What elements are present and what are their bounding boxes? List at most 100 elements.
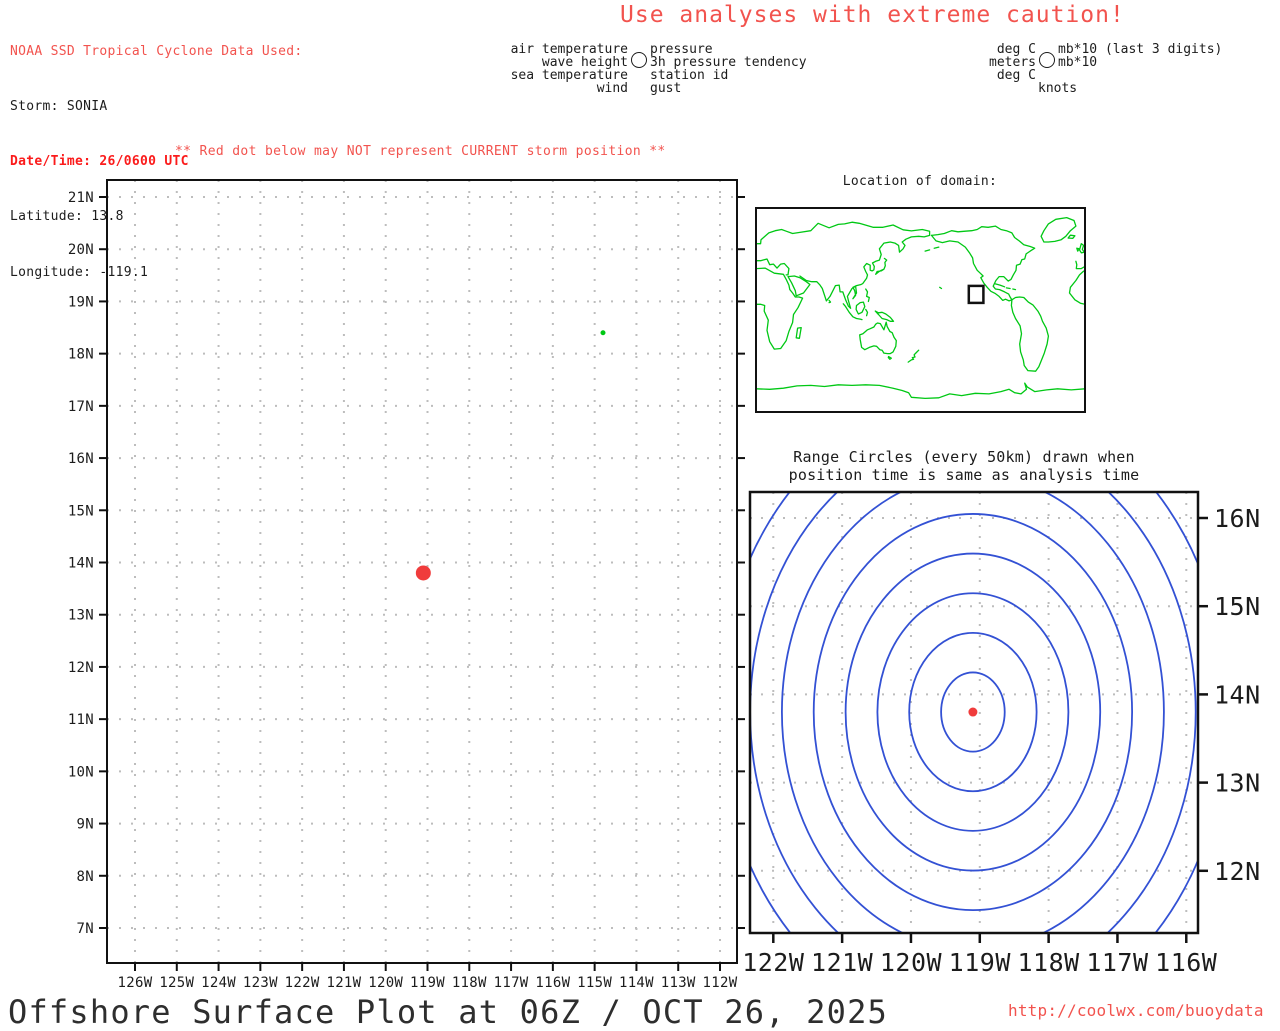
coastline (925, 250, 930, 251)
x-tick-label: 117W (1086, 948, 1149, 977)
station-model-legend: air temperaturepressurewave height3h pre… (418, 43, 880, 95)
legend-right-label: gust (650, 82, 880, 95)
y-tick-label: 10N (68, 764, 94, 780)
y-tick-label: 21N (68, 190, 94, 206)
x-tick-label: 115W (577, 975, 612, 991)
range-circles-title: Range Circles (every 50km) drawn when po… (730, 448, 1198, 484)
storm-position-warning: ** Red dot below may NOT represent CURRE… (175, 144, 666, 159)
y-tick-label: 15N (68, 503, 94, 519)
x-tick-label: 119W (410, 975, 445, 991)
coastline (888, 357, 891, 360)
coastline (860, 322, 897, 353)
coastline (856, 302, 865, 314)
y-tick-label: 18N (68, 347, 94, 363)
legend-left-label: deg C (956, 69, 1036, 82)
range-circles-plot: 122W121W120W119W118W117W116W 16N 15N 14N 13N… (730, 482, 1280, 992)
island-mark (601, 330, 606, 335)
coastline (829, 300, 830, 302)
y-tick-label: 8N (77, 869, 94, 885)
y-tick-label: 15N (1214, 592, 1261, 621)
storm-center-dot (968, 708, 977, 717)
coastline (1070, 270, 1086, 304)
y-tick-label: 16N (68, 451, 94, 467)
coastline (1068, 235, 1075, 238)
y-tick-label: 17N (68, 399, 94, 415)
legend-left-label (956, 82, 1036, 95)
station-circle-icon (631, 52, 647, 68)
coastlines-group (756, 218, 1085, 399)
coastline (1011, 297, 1048, 371)
coastline (1006, 288, 1010, 289)
offshore-surface-plot-page: { "colors": { "salmon_red": "#f2534e", "… (0, 0, 1280, 1024)
source-url-link[interactable]: http://coolwx.com/buoydata (1008, 1001, 1264, 1020)
data-source-line: NOAA SSD Tropical Cyclone Data Used: (10, 43, 303, 61)
y-tick-label: 7N (77, 921, 94, 937)
x-tick-label: 120W (880, 948, 943, 977)
coastline (756, 268, 803, 349)
coastline (934, 247, 939, 248)
legend-right-label (1058, 69, 1280, 82)
legend-left-label: wind (418, 82, 628, 95)
x-tick-label: 124W (201, 975, 236, 991)
y-tick-label: 11N (68, 712, 94, 728)
units-legend: deg Cmb*10 (last 3 digits)metersmb*10deg… (956, 43, 1280, 95)
y-tick-label: 13N (1214, 769, 1261, 798)
x-tick-label: 121W (326, 975, 361, 991)
legend-right-label: knots (1038, 82, 1280, 95)
domain-map-title: Location of domain: (750, 174, 1090, 189)
legend-gap (628, 69, 650, 82)
coastline (796, 328, 801, 339)
y-tick-label: 14N (68, 555, 94, 571)
coastline (940, 287, 942, 288)
coastline (756, 222, 930, 308)
x-tick-label: 118W (1018, 948, 1081, 977)
coastline (1080, 244, 1085, 253)
units-circle-icon (1039, 52, 1055, 68)
y-tick-label: 12N (68, 660, 94, 676)
x-tick-label: 114W (619, 975, 654, 991)
coastline (866, 289, 870, 302)
domain-box (969, 286, 984, 303)
x-tick-label: 125W (159, 975, 194, 991)
y-tick-label: 13N (68, 608, 94, 624)
x-tick-label: 121W (811, 948, 874, 977)
y-tick-label: 16N (1214, 504, 1261, 533)
x-tick-label: 122W (742, 948, 805, 977)
plot-main-title: Offshore Surface Plot at 06Z / OCT 26, 2… (8, 993, 888, 1031)
main-surface-plot: 126W 125W 124W 123W 122W 121W 120W 119W 118W 117W… (40, 170, 760, 1000)
coastline (756, 383, 1085, 398)
x-tick-label: 116W (535, 975, 570, 991)
legend-right-label: mb*10 (1058, 56, 1280, 69)
y-tick-label: 12N (1214, 857, 1261, 886)
coastline (1013, 289, 1016, 290)
storm-position-dot (416, 565, 431, 580)
x-tick-label: 119W (949, 948, 1012, 977)
x-tick-label: 116W (1155, 948, 1218, 977)
coastline (1077, 248, 1079, 251)
x-tick-label: 118W (452, 975, 487, 991)
x-tick-label: 117W (494, 975, 529, 991)
x-tick-label: 113W (661, 975, 696, 991)
map-border (756, 208, 1085, 412)
range-title-line1: Range Circles (every 50km) drawn when (730, 448, 1198, 466)
storm-name-line: Storm: SONIA (10, 98, 303, 116)
x-tick-label: 126W (118, 975, 153, 991)
x-tick-label: 122W (285, 975, 320, 991)
y-tick-label: 20N (68, 242, 94, 258)
x-tick-label: 123W (243, 975, 278, 991)
coastline (995, 284, 1004, 287)
coastline (1076, 261, 1085, 268)
x-tick-label: 120W (368, 975, 403, 991)
caution-headline: Use analyses with extreme caution! (620, 2, 1125, 28)
coastline (843, 304, 862, 320)
world-locator-map (750, 202, 1096, 418)
y-tick-label: 14N (1214, 680, 1261, 709)
legend-gap (628, 82, 650, 95)
y-tick-label: 19N (68, 294, 94, 310)
legend-right-label: station id (650, 69, 880, 82)
coastline (788, 276, 810, 296)
coastline (932, 235, 1012, 301)
coastline (908, 350, 919, 362)
coastline (875, 311, 893, 321)
coastline (866, 309, 868, 315)
